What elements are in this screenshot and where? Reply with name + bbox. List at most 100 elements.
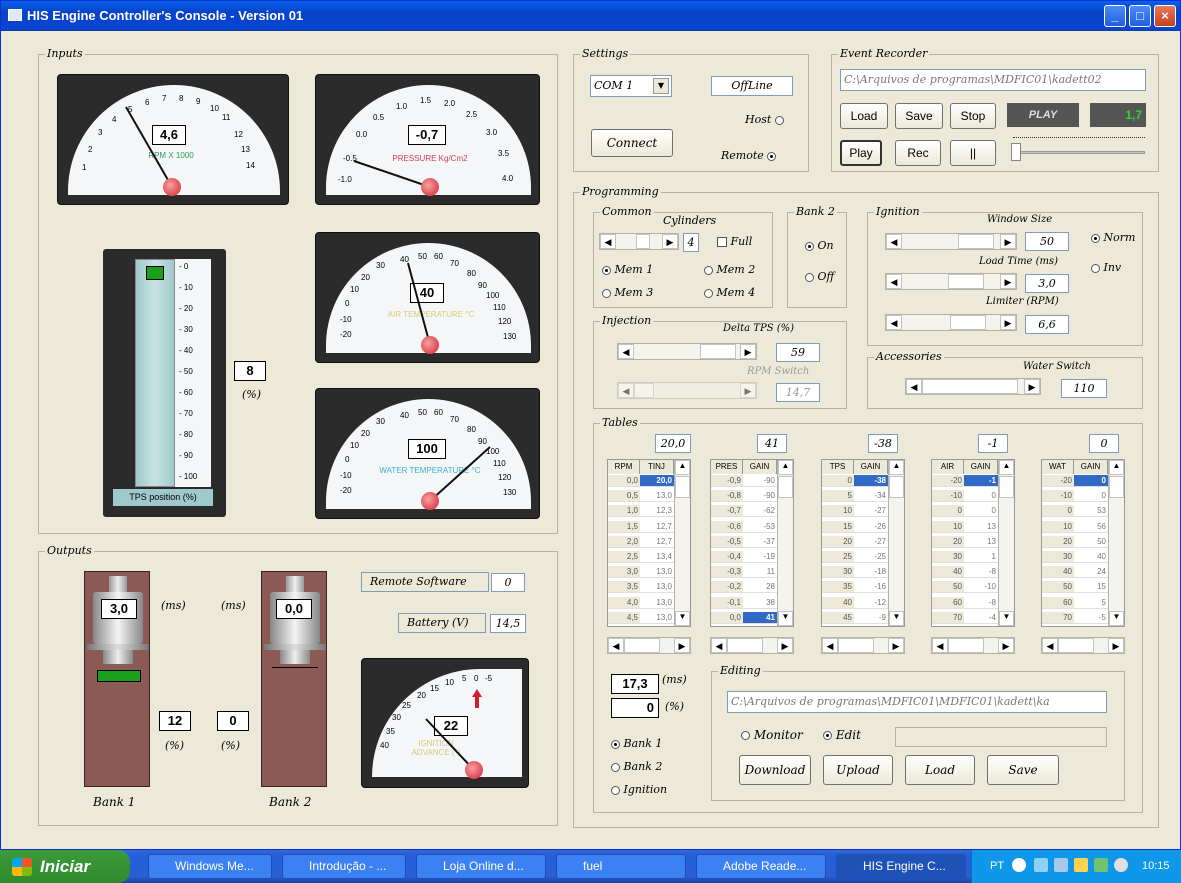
table-value-cell[interactable]: -8 bbox=[964, 597, 998, 609]
back-arrow-icon[interactable] bbox=[1012, 858, 1026, 872]
table-value-cell[interactable]: 12,7 bbox=[640, 536, 674, 548]
editing-path[interactable]: C:\Arquivos de programas\MDFIC01\MDFIC01… bbox=[727, 691, 1107, 713]
table-value-cell[interactable]: -27 bbox=[854, 536, 888, 548]
task-his-engine[interactable]: HIS Engine C... bbox=[836, 854, 966, 879]
delta-tps-scroll[interactable]: ◀ ▶ bbox=[617, 343, 757, 360]
table-3-scroll[interactable]: ◀ ▶ bbox=[931, 637, 1015, 654]
limiter-value[interactable]: 6,6 bbox=[1025, 315, 1069, 334]
delta-tps-value[interactable]: 59 bbox=[776, 343, 820, 362]
table-scrollbar[interactable]: ▲ ▼ bbox=[674, 460, 690, 626]
table-value-cell[interactable]: -62 bbox=[743, 505, 777, 518]
table-3-current-value[interactable]: -1 bbox=[978, 434, 1008, 453]
table-value-cell[interactable]: 13,0 bbox=[640, 566, 674, 579]
table-value-cell[interactable]: 56 bbox=[1074, 521, 1108, 533]
table-0-current-value[interactable]: 20,0 bbox=[655, 434, 691, 453]
table-scrollbar[interactable]: ▲ ▼ bbox=[777, 460, 793, 626]
table-value-cell[interactable]: 40 bbox=[1074, 551, 1108, 563]
table-value-cell[interactable]: 13,0 bbox=[640, 612, 674, 624]
bank2-on-radio[interactable]: On bbox=[805, 239, 834, 252]
recorder-slider-thumb[interactable] bbox=[1011, 143, 1021, 161]
sync-icon[interactable] bbox=[1094, 858, 1108, 872]
table-value-cell[interactable]: 11 bbox=[743, 566, 777, 579]
table-value-cell[interactable]: -38 bbox=[854, 475, 888, 487]
rpm-switch-value[interactable]: 14,7 bbox=[776, 383, 820, 402]
network-icon[interactable] bbox=[1034, 858, 1048, 872]
table-value-cell[interactable]: -37 bbox=[743, 536, 777, 548]
rpm-switch-scroll[interactable]: ◀ ▶ bbox=[617, 382, 757, 399]
recorder-load-button[interactable]: Load bbox=[840, 103, 888, 129]
table-value-cell[interactable]: 13,0 bbox=[640, 581, 674, 594]
host-radio[interactable]: Host bbox=[745, 113, 784, 126]
table-value-cell[interactable]: 15 bbox=[1074, 581, 1108, 594]
port-select[interactable]: COM 1 ▼ bbox=[590, 75, 672, 97]
language-indicator[interactable]: PT bbox=[990, 860, 1004, 872]
recorder-stop-button[interactable]: Stop bbox=[950, 103, 996, 129]
table-value-cell[interactable]: -12 bbox=[854, 597, 888, 609]
table-value-cell[interactable]: 12,3 bbox=[640, 505, 674, 518]
table-value-cell[interactable]: 0 bbox=[1074, 475, 1108, 487]
table-value-cell[interactable]: -10 bbox=[964, 581, 998, 594]
table-1-current-value[interactable]: 41 bbox=[757, 434, 787, 453]
wireless-icon[interactable] bbox=[1114, 858, 1128, 872]
cylinders-value[interactable]: 4 bbox=[683, 233, 699, 252]
inv-radio[interactable]: Inv bbox=[1091, 261, 1121, 274]
limiter-scroll[interactable]: ◀ ▶ bbox=[885, 314, 1017, 331]
table-scrollbar[interactable]: ▲ ▼ bbox=[888, 460, 904, 626]
table-value-cell[interactable]: -4 bbox=[964, 612, 998, 624]
table-value-cell[interactable]: 38 bbox=[743, 597, 777, 609]
table-value-cell[interactable]: 13,0 bbox=[640, 490, 674, 503]
table-2-current-value[interactable]: -38 bbox=[868, 434, 898, 453]
table-value-cell[interactable]: 13 bbox=[964, 521, 998, 533]
full-checkbox[interactable]: Full bbox=[717, 235, 752, 248]
table-value-cell[interactable]: -9 bbox=[854, 612, 888, 624]
mem1-radio[interactable]: Mem 1 bbox=[602, 263, 653, 276]
table-value-cell[interactable]: 13 bbox=[964, 536, 998, 548]
water-switch-value[interactable]: 110 bbox=[1061, 379, 1107, 398]
bank2-off-radio[interactable]: Off bbox=[805, 270, 834, 283]
close-button[interactable]: × bbox=[1154, 5, 1176, 27]
editing-save-button[interactable]: Save bbox=[987, 755, 1059, 785]
table-value-cell[interactable]: -19 bbox=[743, 551, 777, 563]
maximize-button[interactable]: □ bbox=[1129, 5, 1151, 27]
mem4-radio[interactable]: Mem 4 bbox=[704, 286, 755, 299]
table-value-cell[interactable]: 0 bbox=[1074, 490, 1108, 503]
table-value-cell[interactable]: 1 bbox=[964, 551, 998, 563]
task-adobe-reader[interactable]: Adobe Reade... bbox=[696, 854, 826, 879]
table-value-cell[interactable]: 53 bbox=[1074, 505, 1108, 518]
edit-radio[interactable]: Edit bbox=[823, 728, 861, 742]
norm-radio[interactable]: Norm bbox=[1091, 231, 1135, 244]
download-button[interactable]: Download bbox=[739, 755, 811, 785]
mem2-radio[interactable]: Mem 2 bbox=[704, 263, 755, 276]
load-time-scroll[interactable]: ◀ ▶ bbox=[885, 273, 1017, 290]
monitor-radio[interactable]: Monitor bbox=[741, 728, 803, 742]
table-value-cell[interactable]: 50 bbox=[1074, 536, 1108, 548]
table-value-cell[interactable]: 0 bbox=[964, 505, 998, 518]
connect-button[interactable]: Connect bbox=[591, 129, 673, 157]
person-icon[interactable] bbox=[1074, 858, 1088, 872]
table-value-cell[interactable]: -16 bbox=[854, 581, 888, 594]
table-2-scroll[interactable]: ◀ ▶ bbox=[821, 637, 905, 654]
table-scrollbar[interactable]: ▲ ▼ bbox=[998, 460, 1014, 626]
upload-button[interactable]: Upload bbox=[823, 755, 893, 785]
table-1-scroll[interactable]: ◀ ▶ bbox=[710, 637, 794, 654]
monitor-icon[interactable] bbox=[1054, 858, 1068, 872]
table-value-cell[interactable]: 20,0 bbox=[640, 475, 674, 487]
table-value-cell[interactable]: 24 bbox=[1074, 566, 1108, 579]
table-value-cell[interactable]: -34 bbox=[854, 490, 888, 503]
table-0-scroll[interactable]: ◀ ▶ bbox=[607, 637, 691, 654]
table-value-cell[interactable]: 12,7 bbox=[640, 521, 674, 533]
task-introducao[interactable]: Introdução - ... bbox=[282, 854, 406, 879]
water-switch-scroll[interactable]: ◀ ▶ bbox=[905, 378, 1041, 395]
table-value-cell[interactable]: -5 bbox=[1074, 612, 1108, 624]
task-windows-media[interactable]: Windows Me... bbox=[148, 854, 272, 879]
table-value-cell[interactable]: -26 bbox=[854, 521, 888, 533]
table-value-cell[interactable]: -90 bbox=[743, 490, 777, 503]
table-value-cell[interactable]: -25 bbox=[854, 551, 888, 563]
table-4-scroll[interactable]: ◀ ▶ bbox=[1041, 637, 1125, 654]
recorder-pause-button[interactable]: || bbox=[950, 140, 996, 166]
recorder-slider[interactable] bbox=[1013, 151, 1145, 154]
table-value-cell[interactable]: -53 bbox=[743, 521, 777, 533]
start-button[interactable]: Iniciar bbox=[0, 850, 130, 883]
table-value-cell[interactable]: -18 bbox=[854, 566, 888, 579]
bank1-radio[interactable]: Bank 1 bbox=[611, 737, 662, 750]
